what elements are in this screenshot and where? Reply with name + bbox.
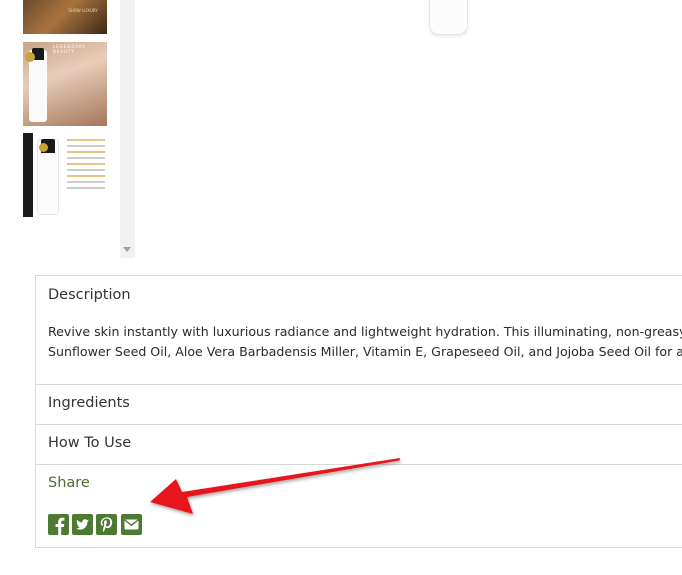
ingredients-section[interactable]: Ingredients [36,385,682,425]
badge-icon [25,52,35,62]
info-graphic [67,139,105,193]
description-text: Revive skin instantly with luxurious rad… [48,322,682,362]
description-line-1: Revive skin instantly with luxurious rad… [48,324,682,339]
product-thumbnail-2[interactable]: LEGENDARY BEAUTY [23,42,107,126]
thumbnail-caption: LEGENDARY BEAUTY [53,44,87,54]
scroll-down-arrow-icon[interactable] [123,247,131,252]
product-thumbnail-3[interactable] [23,133,107,217]
share-section: Share [36,465,682,549]
description-section: Description Revive skin instantly with l… [36,276,682,385]
description-line-2: Sunflower Seed Oil, Aloe Vera Barbadensi… [48,344,682,359]
twitter-icon[interactable] [72,514,93,535]
how-to-use-section[interactable]: How To Use [36,425,682,465]
description-tab[interactable]: Description [48,287,131,303]
main-product-image [429,0,468,35]
product-accordion: Description Revive skin instantly with l… [35,275,682,548]
thumbnail-caption: SHOW LUXURY [68,8,98,13]
email-icon[interactable] [121,514,142,535]
ingredients-tab[interactable]: Ingredients [48,395,130,411]
product-thumbnail-1[interactable]: SHOW LUXURY [23,0,107,34]
badge-icon [39,143,48,152]
share-title: Share [48,475,90,491]
facebook-icon[interactable] [48,514,69,535]
pinterest-icon[interactable] [96,514,117,535]
thumbnail-scrollbar[interactable] [120,0,135,258]
how-to-use-tab[interactable]: How To Use [48,435,131,451]
